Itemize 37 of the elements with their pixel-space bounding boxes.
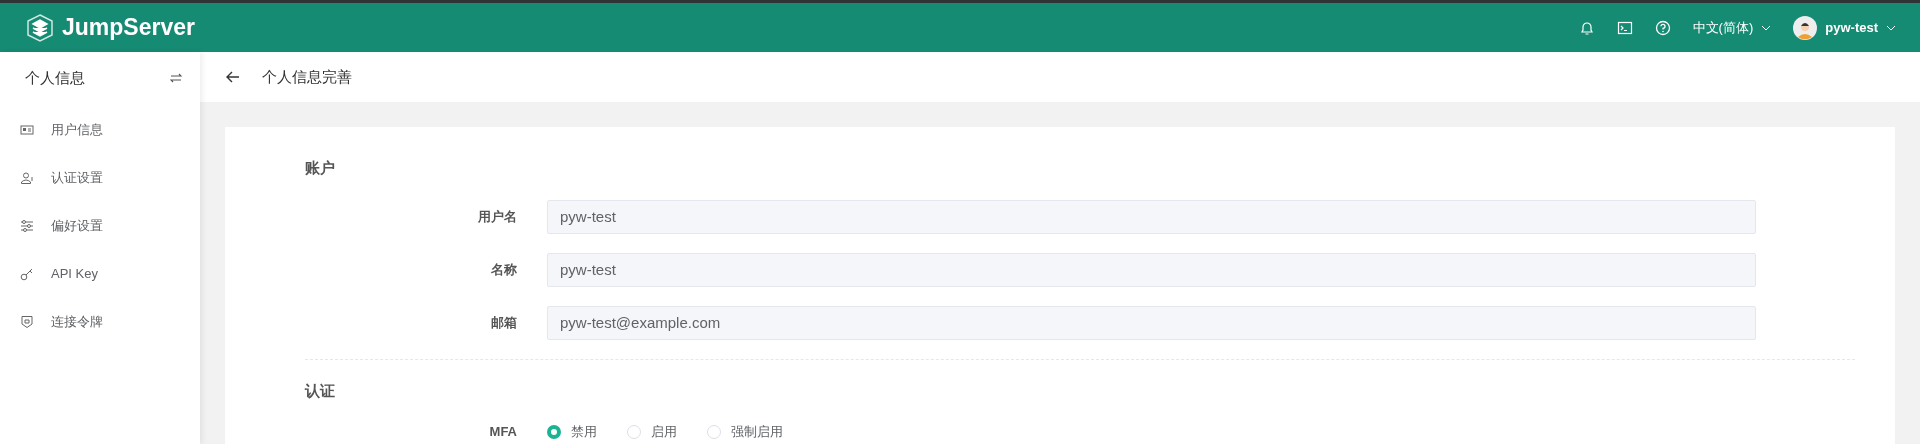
language-selector[interactable]: 中文(简体) — [1692, 17, 1754, 38]
brand-name: JumpServer — [62, 13, 195, 43]
user-icon — [20, 171, 34, 185]
field-label: 邮箱 — [490, 313, 518, 332]
sidebar-item[interactable]: API Key — [0, 250, 200, 298]
radio-label: 禁用 — [571, 423, 597, 441]
field-label: 名称 — [490, 260, 518, 279]
section-title: 账户 — [305, 158, 336, 178]
user-name[interactable]: pyw-test — [1825, 17, 1878, 38]
terminal-icon[interactable] — [1616, 19, 1633, 36]
field-label: 用户名 — [477, 207, 518, 226]
sidebar-item[interactable]: 认证设置 — [0, 154, 200, 202]
back-arrow-icon[interactable] — [226, 71, 240, 83]
avatar-icon[interactable] — [1793, 15, 1818, 40]
notification-icon[interactable] — [1578, 19, 1595, 36]
input-field[interactable]: pyw-test@example.com — [547, 305, 1756, 340]
field-label: MFA — [488, 423, 518, 441]
sidebar-item[interactable]: 连接令牌 — [0, 298, 200, 346]
help-icon[interactable] — [1654, 19, 1671, 36]
logo-icon — [26, 13, 54, 42]
id-card-icon — [20, 123, 34, 137]
input-field[interactable]: pyw-test — [547, 199, 1756, 234]
swap-icon[interactable] — [170, 73, 182, 83]
sidebar-title: 个人信息 — [25, 67, 85, 88]
input-field[interactable]: pyw-test — [547, 252, 1756, 287]
page-title: 个人信息完善 — [262, 66, 352, 87]
chevron-down-icon — [1886, 24, 1896, 31]
radio-button[interactable] — [547, 424, 561, 439]
section-title: 认证 — [305, 380, 336, 401]
sidebar-item[interactable]: 偏好设置 — [0, 202, 200, 250]
radio-label: 启用 — [651, 423, 677, 441]
sliders-icon — [20, 219, 34, 233]
key-icon — [20, 267, 34, 281]
chevron-down-icon — [1761, 24, 1772, 31]
sidebar-item[interactable]: 用户信息 — [0, 106, 200, 154]
shield-icon — [20, 315, 34, 329]
radio-label: 强制启用 — [731, 423, 783, 441]
